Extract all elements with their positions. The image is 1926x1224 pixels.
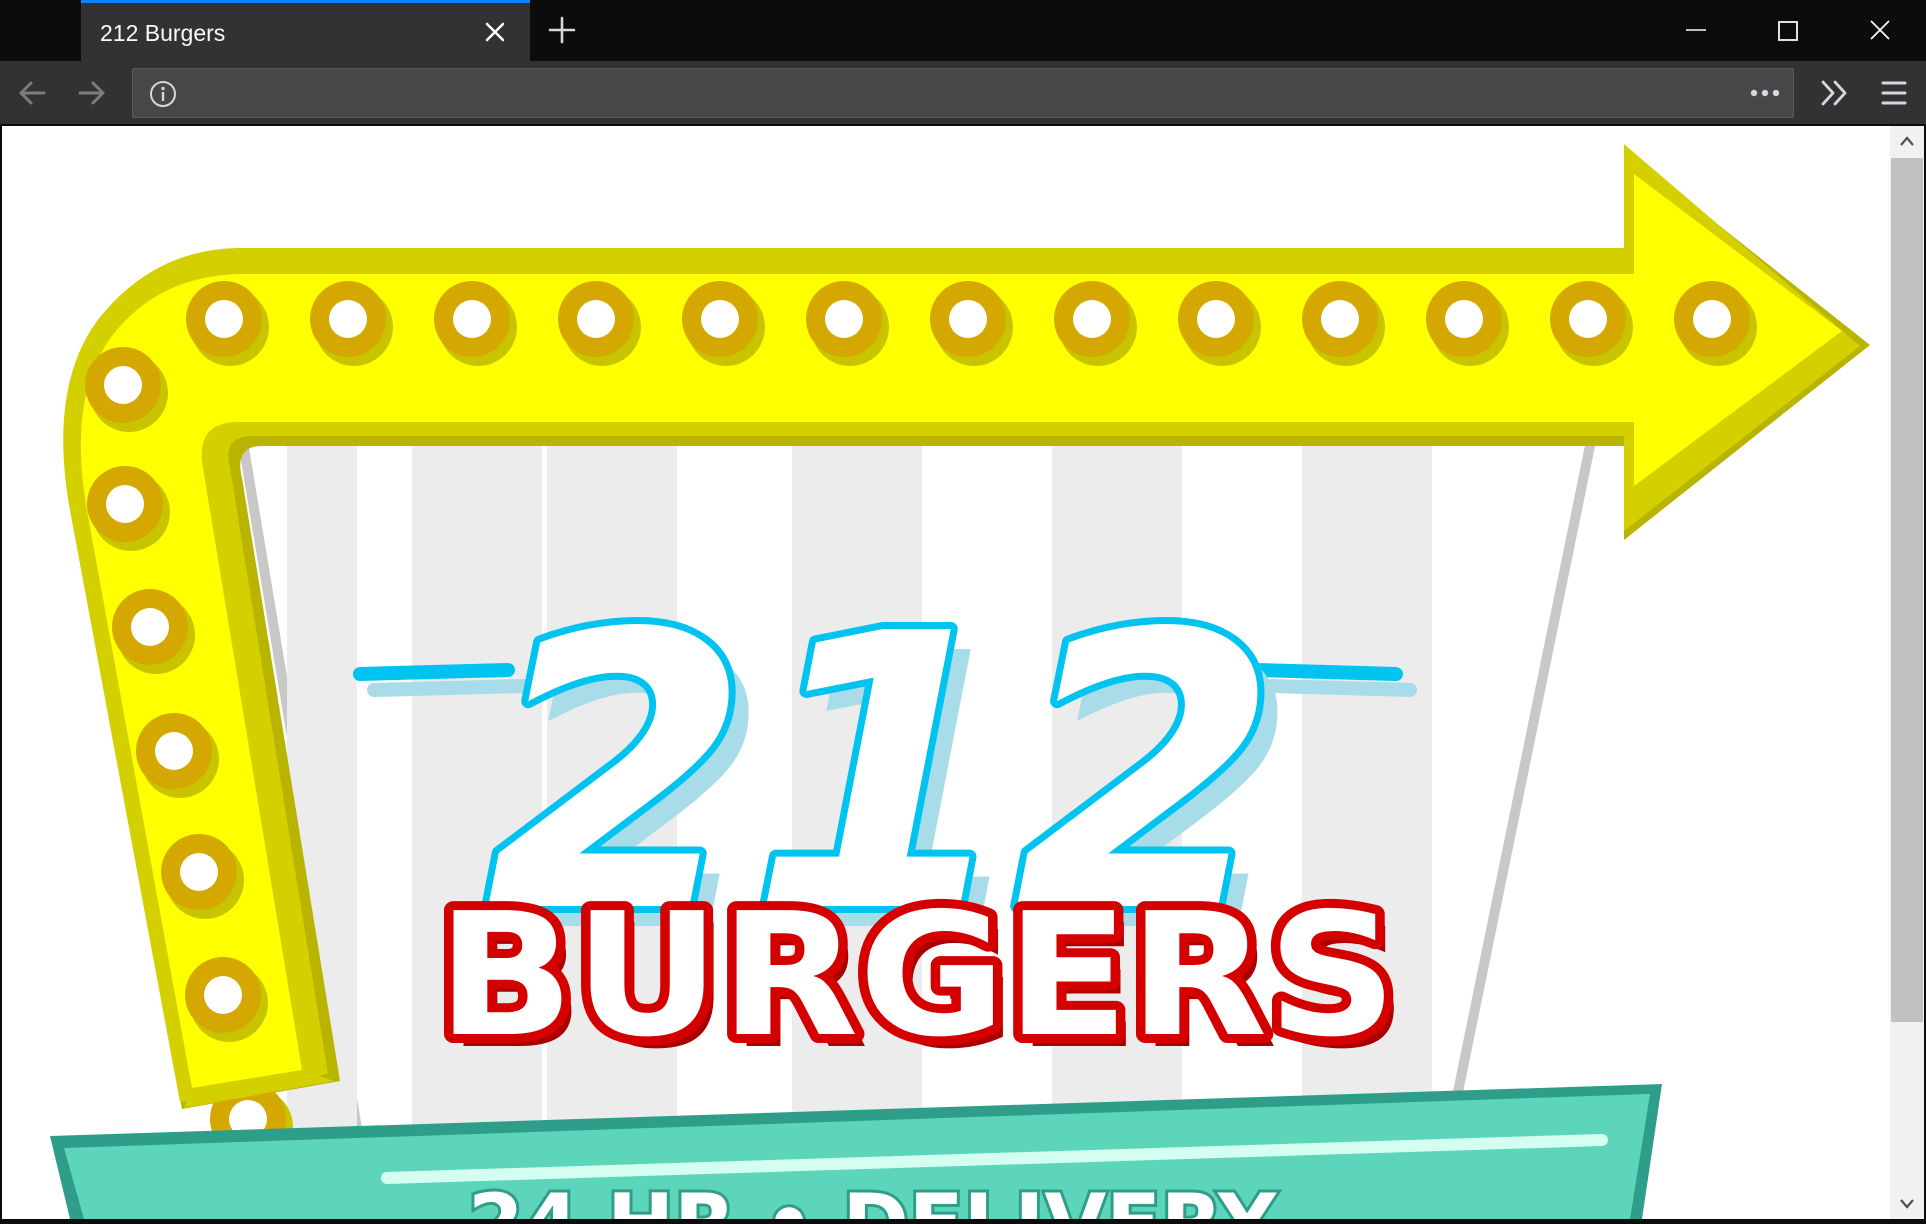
tab-212-burgers[interactable]: 212 Burgers [81,0,530,61]
url-bar[interactable] [132,68,1794,118]
hamburger-menu-icon[interactable] [1872,71,1916,115]
tab-close-icon[interactable] [477,14,513,50]
logo-burgers: BURGERS BURGERS [428,868,1407,1087]
back-arrow-icon[interactable] [10,71,54,115]
scroll-down-arrow-icon[interactable] [1890,1189,1924,1219]
vertical-scrollbar[interactable] [1890,126,1924,1219]
new-tab-plus-icon[interactable] [544,12,580,48]
close-window-icon[interactable] [1834,0,1926,61]
svg-text:BURGERS: BURGERS [437,877,1397,1075]
page-actions-more-icon[interactable] [1745,77,1785,109]
double-chevron-right-icon[interactable] [1813,71,1857,115]
scroll-up-arrow-icon[interactable] [1890,126,1924,156]
page-viewport: 212 212 BURGERS BURGERS 24 HR • DELIVERY [2,126,1890,1219]
minimize-icon[interactable] [1650,0,1742,61]
forward-arrow-icon[interactable] [70,71,114,115]
tab-title: 212 Burgers [100,20,226,46]
tab-strip: 212 Burgers [0,0,1926,61]
info-icon[interactable] [149,80,177,108]
browser-window: 212 Burgers 212 212 BURGERS BURGERS [0,0,1926,1221]
tagline-text: 24 HR • DELIVERY [468,1177,1277,1219]
maximize-icon[interactable] [1742,0,1834,61]
scrollbar-thumb[interactable] [1891,158,1923,1022]
navigation-toolbar [0,61,1926,124]
hero-sign: 212 212 BURGERS BURGERS 24 HR • DELIVERY [50,144,1871,1219]
url-input[interactable] [193,81,1697,109]
